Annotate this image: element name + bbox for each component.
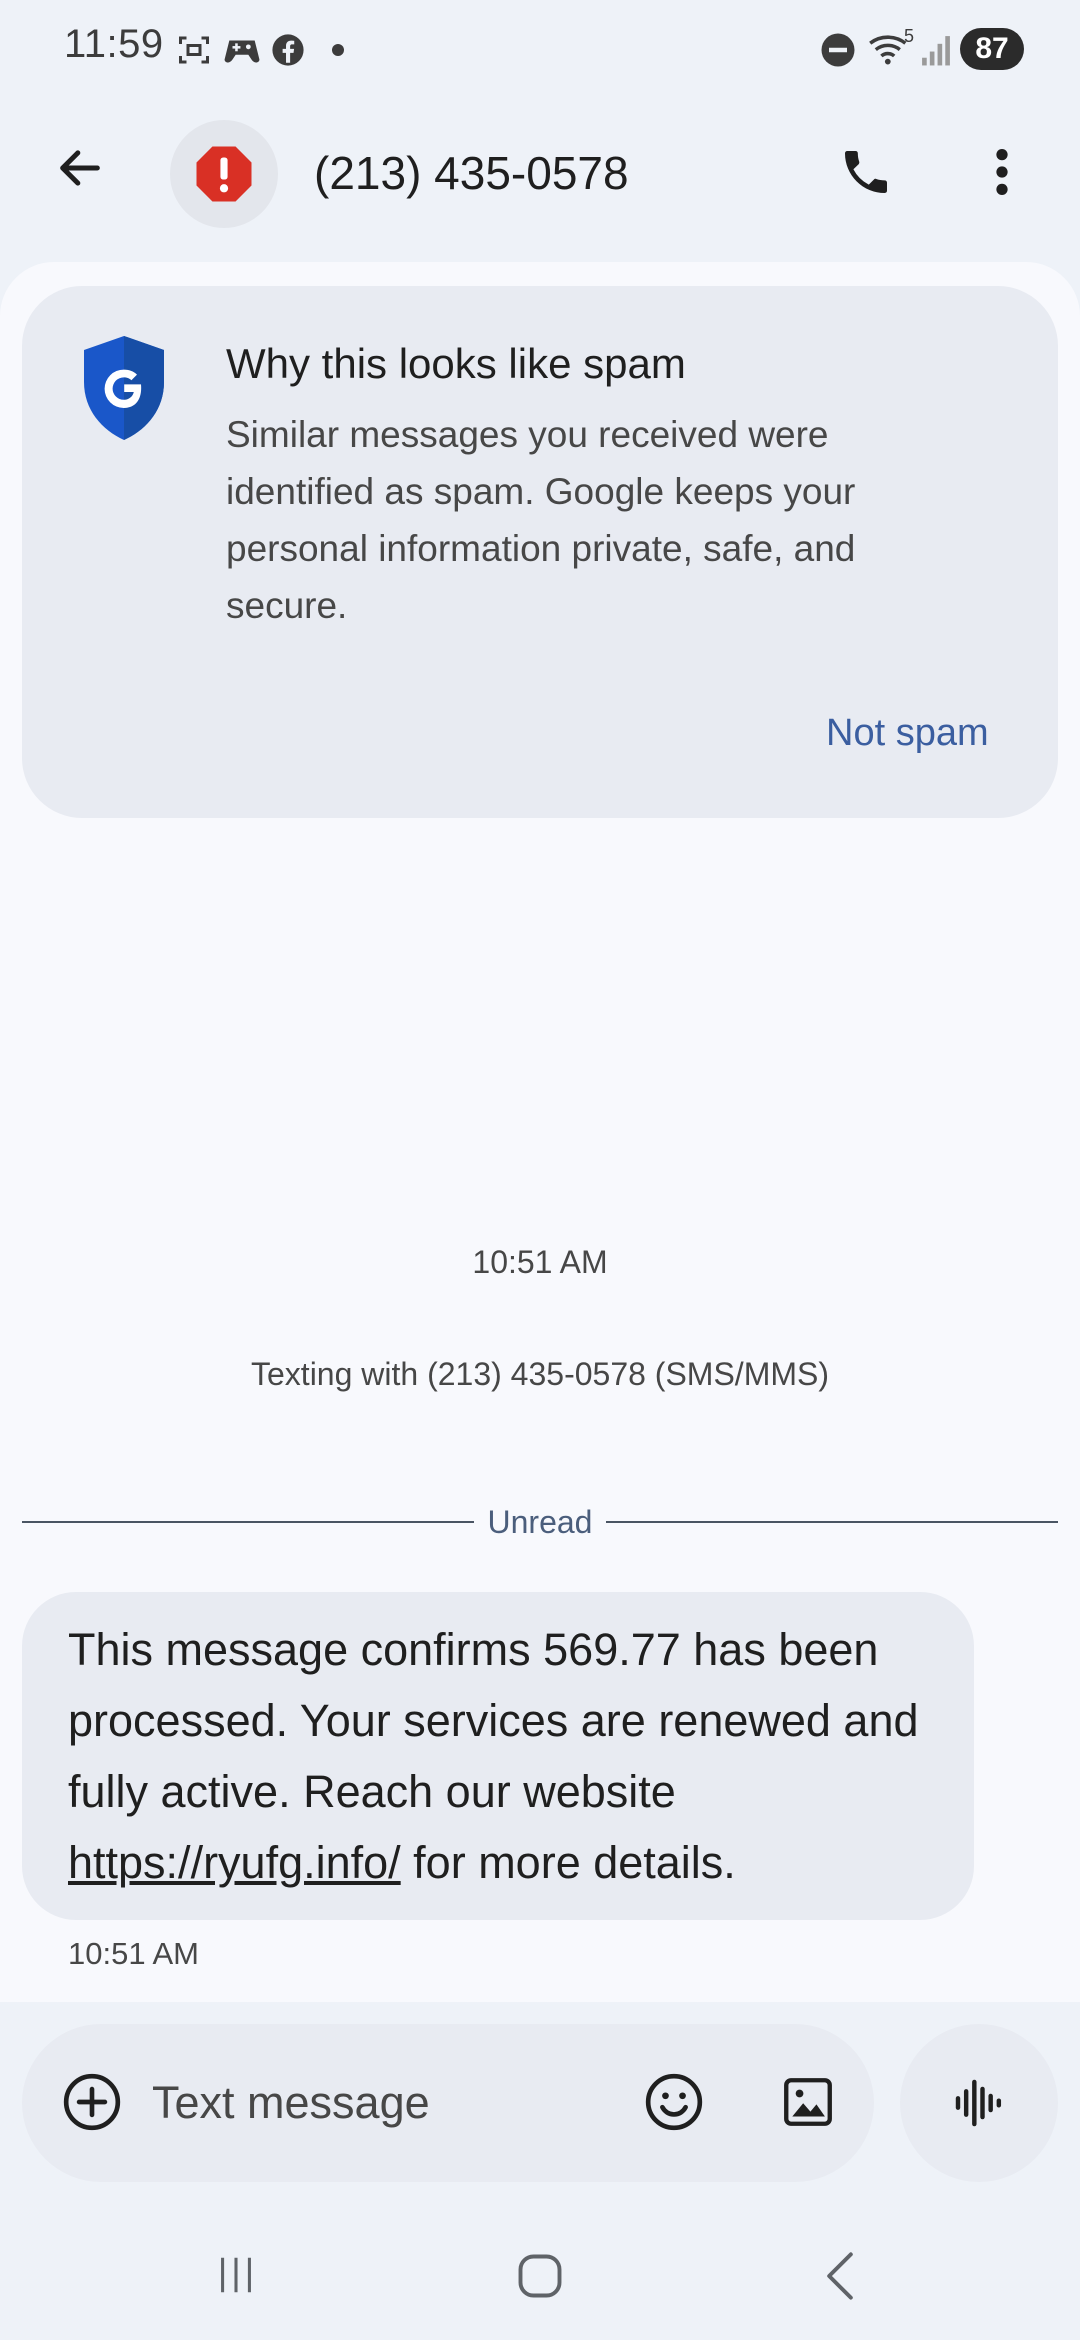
- unread-divider-right: [606, 1521, 1058, 1523]
- back-button[interactable]: [40, 128, 120, 208]
- nav-home-button[interactable]: [498, 2234, 582, 2318]
- spam-card-title: Why this looks like spam: [226, 340, 686, 387]
- emoji-icon: [645, 2073, 703, 2131]
- battery-indicator: 87: [960, 28, 1024, 70]
- phone-icon: [845, 151, 887, 193]
- do-not-disturb-icon: [818, 30, 858, 70]
- conversation-timestamp: 10:51 AM: [472, 1244, 608, 1280]
- add-circle-icon: [63, 2073, 121, 2131]
- image-icon: [784, 2078, 832, 2126]
- recents-icon: [221, 2257, 251, 2293]
- unread-divider-left: [22, 1521, 474, 1523]
- message-text-before: This message confirms 569.77 has been pr…: [68, 1624, 919, 1817]
- screenshot-icon: [174, 30, 214, 70]
- voice-waveform-icon: [955, 2079, 1002, 2127]
- more-vert-icon: [996, 149, 1008, 195]
- more-options-button[interactable]: [962, 132, 1042, 212]
- message-timestamp: 10:51 AM: [68, 1936, 199, 1971]
- voice-message-button[interactable]: [900, 2024, 1058, 2182]
- status-time: 11:59: [64, 22, 164, 66]
- emoji-button[interactable]: [634, 2062, 714, 2142]
- google-shield-icon: [80, 334, 168, 442]
- wifi-icon: 5: [866, 26, 916, 70]
- signal-icon: [918, 30, 954, 70]
- dot-icon: [328, 40, 348, 60]
- add-attachment-button[interactable]: [52, 2062, 132, 2142]
- message-text-after: for more details.: [400, 1837, 736, 1888]
- spam-alert-icon: [196, 146, 252, 202]
- nav-recents-button[interactable]: [196, 2240, 276, 2310]
- image-picker-button[interactable]: [768, 2062, 848, 2142]
- chevron-left-icon: [827, 2252, 853, 2300]
- text-message-input[interactable]: [152, 2070, 612, 2136]
- wifi-badge: 5: [904, 26, 915, 46]
- game-controller-icon: [222, 30, 262, 70]
- facebook-icon: [268, 30, 308, 70]
- spam-card-body: Similar messages you received were ident…: [226, 414, 856, 626]
- message-link[interactable]: https://ryufg.info/: [68, 1837, 401, 1888]
- avatar[interactable]: [170, 120, 278, 228]
- not-spam-button[interactable]: Not spam: [826, 712, 989, 755]
- nav-back-button[interactable]: [800, 2234, 880, 2318]
- home-icon: [518, 2254, 562, 2298]
- unread-label: Unread: [487, 1504, 593, 1540]
- texting-with-label: Texting with (213) 435-0578 (SMS/MMS): [251, 1356, 829, 1392]
- message-text: This message confirms 569.77 has been pr…: [68, 1614, 948, 1898]
- call-button[interactable]: [826, 132, 906, 212]
- arrow-left-icon: [60, 150, 100, 186]
- contact-title: (213) 435-0578: [314, 147, 629, 199]
